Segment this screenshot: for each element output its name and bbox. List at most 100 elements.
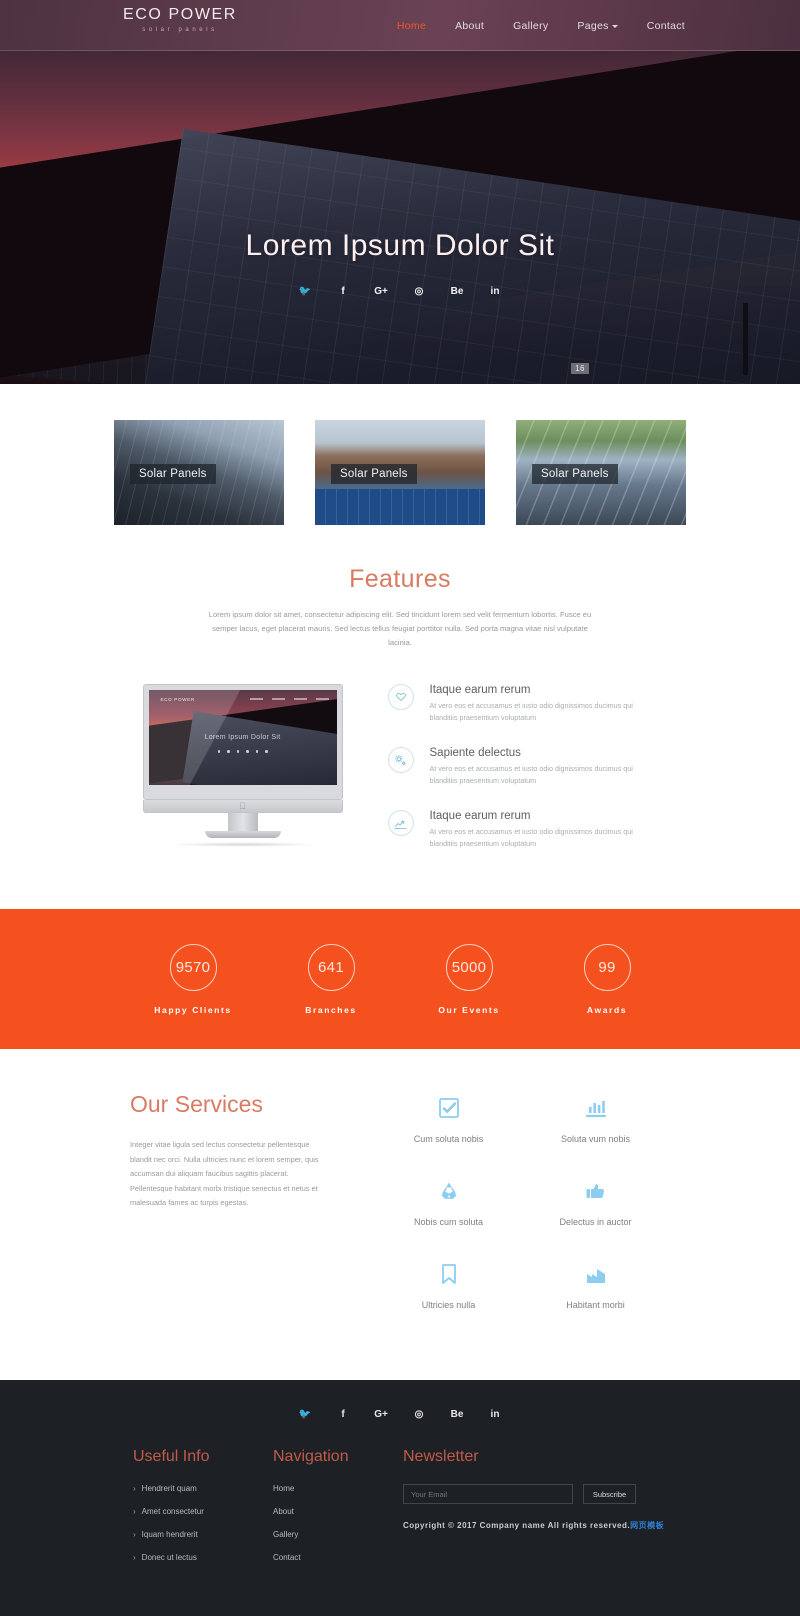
facebook-icon[interactable]: f: [335, 1406, 351, 1422]
gallery-card-label: Solar Panels: [331, 464, 417, 484]
chevron-right-icon: ›: [133, 1530, 136, 1539]
footer-nav-list: Home About Gallery Contact: [273, 1484, 403, 1562]
stat-item: 641 Branches: [262, 943, 400, 1015]
services-intro: Our Services Integer vitae ligula sed le…: [130, 1091, 320, 1340]
features-subtitle: Lorem ipsum dolor sit amet, consectetur …: [208, 610, 592, 647]
hero-social-links: 🐦 f G+ ◎ Be in: [0, 283, 800, 299]
stat-value: 5000: [445, 943, 493, 991]
service-item-label: Soluta vum nobis: [560, 1134, 631, 1144]
services-description: Integer vitae ligula sed lectus consecte…: [130, 1140, 319, 1207]
service-item[interactable]: Cum soluta nobis: [375, 1091, 522, 1144]
stat-label: Branches: [305, 1004, 357, 1015]
dribbble-icon[interactable]: ◎: [411, 1406, 427, 1422]
stat-label: Happy Clients: [154, 1004, 232, 1015]
gallery-card-label: Solar Panels: [532, 464, 618, 484]
features-body: ECO POWER Lorem Ipsum Dolor Sit: [0, 684, 800, 873]
twitter-icon[interactable]: 🐦: [297, 283, 313, 299]
footer-nav-item-contact[interactable]: Contact: [273, 1553, 403, 1562]
copyright-link[interactable]: 网页模板: [630, 1521, 664, 1530]
nav-item-pages[interactable]: Pages: [577, 20, 618, 32]
footer-useful-item-label: Iquam hendrerit: [141, 1530, 198, 1539]
main-navigation: Home About Gallery Pages Contact: [397, 0, 685, 51]
logo-tagline: solar panels: [142, 27, 218, 33]
footer-useful-item-label: Donec ut lectus: [141, 1553, 197, 1562]
behance-icon[interactable]: Be: [449, 283, 465, 299]
footer-nav-item-about[interactable]: About: [273, 1507, 403, 1516]
gallery-cards: Solar Panels Solar Panels Solar Panels: [0, 384, 800, 525]
bar-chart-icon: [522, 1091, 669, 1125]
footer-social-links: 🐦 f G+ ◎ Be in: [0, 1406, 800, 1422]
service-item[interactable]: Nobis cum soluta: [375, 1174, 522, 1227]
copyright-label: Copyright © 2017 Company name All rights…: [403, 1521, 631, 1530]
google-plus-icon[interactable]: G+: [373, 1406, 389, 1422]
hero-image-badge: 16: [571, 363, 589, 374]
imac-stand-base: [204, 831, 281, 838]
imac-screen-glare: [148, 690, 337, 785]
hero-banner: Lorem Ipsum Dolor Sit 🐦 f G+ ◎ Be in 16: [0, 51, 800, 384]
linkedin-icon[interactable]: in: [487, 283, 503, 299]
footer-columns: Useful Info › Hendrerit quam › Amet consect…: [0, 1448, 800, 1576]
newsletter-subscribe-button[interactable]: Subscribe: [583, 1484, 636, 1504]
facebook-icon[interactable]: f: [335, 283, 351, 299]
imac-chin: : [142, 800, 343, 813]
check-square-icon: [375, 1091, 522, 1125]
service-item[interactable]: Delectus in auctor: [522, 1174, 669, 1227]
service-item-label: Ultricies nulla: [421, 1300, 476, 1310]
feature-item: Itaque earum rerum At vero eos et accusam…: [387, 684, 658, 724]
imac-screen: ECO POWER Lorem Ipsum Dolor Sit: [142, 684, 343, 800]
footer-useful-info: Useful Info › Hendrerit quam › Amet consect…: [133, 1448, 273, 1576]
footer-nav-title: Navigation: [273, 1448, 349, 1465]
page-root: ECO POWER solar panels Home About Gallery P…: [0, 0, 800, 1616]
nav-item-contact[interactable]: Contact: [647, 20, 685, 32]
gallery-card[interactable]: Solar Panels: [315, 420, 485, 525]
twitter-icon[interactable]: 🐦: [297, 1406, 313, 1422]
newsletter-form: Subscribe: [403, 1484, 703, 1504]
footer-useful-item[interactable]: › Hendrerit quam: [133, 1484, 273, 1493]
footer-useful-item[interactable]: › Iquam hendrerit: [133, 1530, 273, 1539]
chart-line-icon: [387, 810, 414, 836]
nav-item-label: Gallery: [513, 19, 549, 32]
services-grid: Cum soluta nobis Soluta vum nobis Nobis cu…: [375, 1091, 670, 1340]
gallery-card[interactable]: Solar Panels: [114, 420, 284, 525]
footer-nav-item-home[interactable]: Home: [273, 1484, 403, 1493]
stat-label: Our Events: [438, 1004, 500, 1015]
newsletter-email-input[interactable]: [403, 1484, 573, 1504]
logo[interactable]: ECO POWER solar panels: [123, 5, 237, 33]
imac-stand-neck: [227, 813, 258, 831]
service-item-label: Delectus in auctor: [559, 1217, 632, 1227]
nav-item-home[interactable]: Home: [397, 20, 426, 32]
service-item[interactable]: Ultricies nulla: [375, 1257, 522, 1310]
footer-useful-item[interactable]: › Amet consectetur: [133, 1507, 273, 1516]
behance-icon[interactable]: Be: [449, 1406, 465, 1422]
imac-shadow: [167, 842, 318, 847]
cogs-icon: [387, 747, 414, 773]
nav-item-label: Contact: [646, 19, 685, 32]
chevron-right-icon: ›: [133, 1553, 136, 1562]
site-header: ECO POWER solar panels Home About Gallery P…: [0, 0, 800, 51]
footer-useful-item[interactable]: › Donec ut lectus: [133, 1553, 273, 1562]
service-item[interactable]: Soluta vum nobis: [522, 1091, 669, 1144]
service-item-label: Cum soluta nobis: [413, 1134, 484, 1144]
recycle-icon: [375, 1174, 522, 1208]
apple-logo-icon: : [239, 801, 246, 811]
linkedin-icon[interactable]: in: [487, 1406, 503, 1422]
dribbble-icon[interactable]: ◎: [411, 283, 427, 299]
service-item[interactable]: Habitant morbi: [522, 1257, 669, 1310]
chevron-right-icon: ›: [133, 1484, 136, 1493]
footer-navigation: Navigation Home About Gallery Contact: [273, 1448, 403, 1576]
stat-label: Awards: [586, 1004, 628, 1015]
gallery-card[interactable]: Solar Panels: [516, 420, 686, 525]
nav-item-gallery[interactable]: Gallery: [513, 20, 548, 32]
imac-mockup: ECO POWER Lorem Ipsum Dolor Sit: [142, 684, 348, 847]
feature-item-title: Sapiente delectus: [429, 747, 521, 759]
hero-overlay: [0, 51, 800, 384]
nav-item-about[interactable]: About: [455, 20, 484, 32]
google-plus-icon[interactable]: G+: [373, 283, 389, 299]
feature-item: Itaque earum rerum At vero eos et accusam…: [387, 810, 658, 850]
services-section: Our Services Integer vitae ligula sed le…: [0, 1049, 800, 1380]
footer-newsletter-title: Newsletter: [403, 1448, 479, 1465]
features-section: Features Lorem ipsum dolor sit amet, con…: [0, 525, 800, 873]
footer-nav-item-gallery[interactable]: Gallery: [273, 1530, 403, 1539]
stat-value: 641: [307, 943, 355, 991]
service-item-label: Nobis cum soluta: [413, 1217, 484, 1227]
